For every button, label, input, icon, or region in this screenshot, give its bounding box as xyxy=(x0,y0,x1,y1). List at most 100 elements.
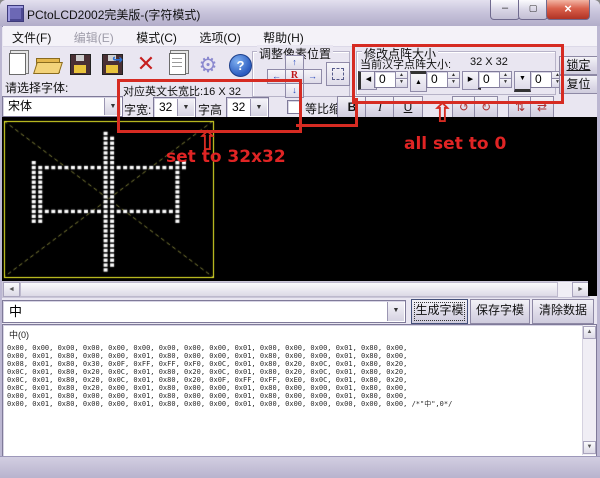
char-height-value: 32 xyxy=(232,100,246,114)
bold-button[interactable]: B xyxy=(337,96,367,119)
window-title: PCtoLCD2002完美版-(字符模式) xyxy=(27,8,201,22)
rotate-left-button[interactable]: ↺ xyxy=(452,96,476,119)
italic-button[interactable]: I xyxy=(365,96,395,119)
horizontal-scrollbar[interactable]: ◄ ► xyxy=(2,281,590,298)
font-value: 宋体 xyxy=(8,99,33,113)
trim-bottom-value[interactable]: 0 xyxy=(530,71,553,88)
scroll-down-button[interactable]: ▼ xyxy=(583,441,596,454)
char-width-combobox[interactable]: 32 ▼ xyxy=(153,97,196,118)
view-code-button[interactable] xyxy=(164,50,192,82)
move-up-button[interactable]: ↑ xyxy=(285,55,304,70)
output-hex-block: 0x00, 0x00, 0x00, 0x00, 0x00, 0x00, 0x00… xyxy=(3,341,596,408)
save-icon xyxy=(70,54,91,75)
char-height-combobox[interactable]: 32 ▼ xyxy=(226,97,269,118)
flip-vertical-button[interactable]: ⇅ xyxy=(508,96,532,119)
hex-line: 0x00, 0x01, 0x80, 0x00, 0x00, 0x01, 0x80… xyxy=(7,352,408,360)
flip-horizontal-button[interactable]: ⇄ xyxy=(530,96,554,119)
underline-button[interactable]: U xyxy=(393,96,423,119)
open-file-button[interactable] xyxy=(33,50,63,82)
scroll-up-button[interactable]: ▲ xyxy=(583,326,596,339)
window-border-left xyxy=(0,26,2,458)
save-as-icon: ↪ xyxy=(102,52,123,75)
trim-left-value[interactable]: 0 xyxy=(374,71,397,88)
rotate-left-icon: ↺ xyxy=(458,100,470,114)
spin-down-icon: ▼ xyxy=(395,77,408,88)
lock-button[interactable]: 锁定 xyxy=(559,56,598,75)
scrollbar-thumb[interactable] xyxy=(20,282,558,297)
output-textarea[interactable]: 中(0) 0x00, 0x00, 0x00, 0x00, 0x00, 0x00,… xyxy=(2,324,597,458)
select-font-label: 请选择字体: xyxy=(5,81,69,95)
dot-matrix-canvas[interactable] xyxy=(2,117,597,281)
char-input-combobox[interactable]: 中 ▼ xyxy=(2,300,406,323)
clear-data-button[interactable]: 清除数据 xyxy=(532,299,594,324)
move-down-button[interactable]: ↓ xyxy=(285,83,304,98)
hex-line: 0x0C, 0x01, 0x80, 0x20, 0x0C, 0x01, 0x80… xyxy=(7,376,408,384)
title-bar[interactable]: PCtoLCD2002完美版-(字符模式) – ▢ × xyxy=(0,0,600,27)
trim-right-spinner[interactable]: ▲ ▼ xyxy=(499,71,512,88)
scale-checkbox[interactable] xyxy=(287,100,301,114)
scrollbar-corner xyxy=(588,281,597,296)
menu-mode[interactable]: 模式(C) xyxy=(127,26,186,46)
help-icon: ? xyxy=(229,54,252,77)
save-as-button[interactable]: ↪ xyxy=(98,50,126,82)
reset-button[interactable]: 复位 xyxy=(559,75,598,94)
trim-top-icon: ▲ xyxy=(415,79,422,86)
menu-help[interactable]: 帮助(H) xyxy=(254,26,313,46)
app-window: PCtoLCD2002完美版-(字符模式) – ▢ × 文件(F) 编辑(E) … xyxy=(0,0,600,478)
char-height-label: 字高 xyxy=(198,103,223,117)
window-border-bottom xyxy=(0,456,600,478)
reset-position-button[interactable]: R xyxy=(285,69,304,84)
arrow-overlay-icon: ↪ xyxy=(112,52,123,67)
trim-top-spinner[interactable]: ▲ ▼ xyxy=(447,71,460,88)
output-header: 中(0) xyxy=(9,330,29,340)
down-arrow-icon: ↓ xyxy=(292,85,297,95)
menu-edit: 编辑(E) xyxy=(73,31,114,45)
chevron-down-icon[interactable]: ▼ xyxy=(387,302,404,321)
save-font-button[interactable]: 保存字模 xyxy=(470,299,530,324)
up-arrow-icon: ↑ xyxy=(292,57,297,67)
left-arrow-icon: ← xyxy=(272,71,281,81)
vertical-scrollbar[interactable]: ▲ ▼ xyxy=(582,325,596,455)
hex-line: 0x00, 0x01, 0x80, 0x00, 0x00, 0x01, 0x80… xyxy=(7,392,408,400)
menu-options[interactable]: 选项(O) xyxy=(190,26,249,46)
hex-line: 0x00, 0x00, 0x00, 0x00, 0x00, 0x00, 0x00… xyxy=(7,344,408,352)
rotate-right-button[interactable]: ↻ xyxy=(474,96,498,119)
app-icon xyxy=(7,5,24,22)
spin-down-icon: ▼ xyxy=(447,77,460,88)
menu-file[interactable]: 文件(F) xyxy=(3,26,60,46)
move-right-button[interactable]: → xyxy=(303,69,322,84)
scroll-right-button[interactable]: ► xyxy=(572,282,589,297)
settings-button[interactable]: ⚙ xyxy=(194,50,222,82)
trim-right-value[interactable]: 0 xyxy=(478,71,501,88)
trim-bottom-icon: ▼ xyxy=(519,75,526,82)
font-combobox[interactable]: 宋体 ▼ xyxy=(2,96,123,117)
new-file-button[interactable] xyxy=(4,50,32,82)
gear-icon: ⚙ xyxy=(198,53,218,77)
rotate-right-icon: ↻ xyxy=(480,100,492,114)
generate-font-button[interactable]: 生成字模 xyxy=(411,299,468,324)
maximize-button[interactable]: ▢ xyxy=(518,0,548,20)
trim-top-button[interactable]: ▲ xyxy=(410,71,427,92)
hex-line: 0x0C, 0x01, 0x80, 0x20, 0x0C, 0x01, 0x80… xyxy=(7,368,408,376)
char-width-label: 字宽: xyxy=(124,103,152,117)
trim-bottom-button[interactable]: ▼ xyxy=(514,71,531,92)
move-left-button[interactable]: ← xyxy=(267,69,286,84)
help-button[interactable]: ? xyxy=(226,50,254,82)
chevron-down-icon[interactable]: ▼ xyxy=(177,99,194,116)
hex-line: 0x0C, 0x01, 0x80, 0x20, 0x00, 0x01, 0x80… xyxy=(7,384,408,392)
select-area-button[interactable] xyxy=(326,62,350,86)
chevron-down-icon[interactable]: ▼ xyxy=(250,99,267,116)
trim-left-spinner[interactable]: ▲ ▼ xyxy=(395,71,408,88)
hex-line: 0x08, 0x01, 0x80, 0x30, 0x0F, 0xFF, 0xFF… xyxy=(7,360,408,368)
minimize-button[interactable]: – xyxy=(490,0,520,20)
matrix-current-value: 32 X 32 xyxy=(470,56,508,68)
char-input-value: 中 xyxy=(9,304,23,319)
delete-button[interactable]: ✕ xyxy=(132,50,160,82)
hex-line: 0x00, 0x01, 0x80, 0x00, 0x00, 0x01, 0x80… xyxy=(7,400,453,408)
delete-x-icon: ✕ xyxy=(136,52,156,77)
scroll-left-button[interactable]: ◄ xyxy=(3,282,20,297)
trim-top-value[interactable]: 0 xyxy=(426,71,449,88)
close-button[interactable]: × xyxy=(546,0,590,20)
save-button[interactable] xyxy=(66,50,94,82)
chevron-down-icon[interactable]: ▼ xyxy=(104,98,121,115)
